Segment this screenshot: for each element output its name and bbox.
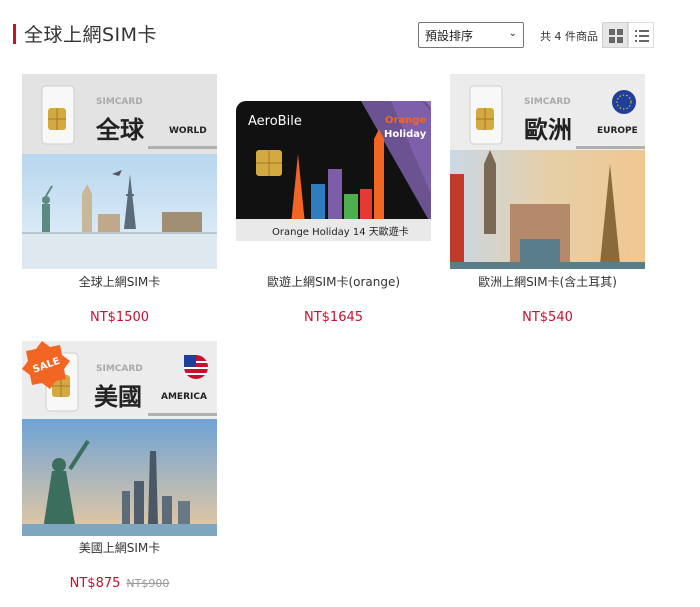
brand-logo-text: AeroBile <box>248 114 302 129</box>
grid-view-button[interactable] <box>602 22 628 48</box>
image-region: EUROPE <box>597 126 638 136</box>
page-header: 全球上網SIM卡 預設排序 ⌄ 共 4 件商品 <box>0 0 700 70</box>
chevron-down-icon: ⌄ <box>508 28 517 39</box>
product-price: NT$1645 <box>303 310 364 325</box>
product-count: 共 4 件商品 <box>540 30 598 43</box>
image-tag-holiday: Holiday <box>384 129 427 140</box>
image-region: WORLD <box>169 126 207 136</box>
image-title: 全球 <box>95 116 145 144</box>
product-price: NT$540 <box>522 310 573 325</box>
sale-price: NT$875 <box>69 576 121 591</box>
title-accent-bar <box>13 24 16 44</box>
product-name[interactable]: 歐洲上網SIM卡(含土耳其) <box>450 273 645 290</box>
page-title: 全球上網SIM卡 <box>24 24 158 46</box>
product-card-world[interactable]: SIMCARD 全球 WORLD 全球上網SIM卡 NT$1500 <box>22 74 217 334</box>
product-name[interactable]: 歐遊上網SIM卡(orange) <box>236 273 431 290</box>
product-image[interactable]: SIMCARD 歐洲 EUROPE <box>450 74 645 269</box>
sort-selected-label: 預設排序 <box>425 29 474 43</box>
list-view-button[interactable] <box>628 22 654 48</box>
image-tag-orange: Orange <box>385 115 426 126</box>
product-card-orange[interactable]: AeroBile Orange Holiday Orange Holiday 1… <box>236 74 431 334</box>
original-price: NT$900 <box>126 577 170 590</box>
sort-select[interactable]: 預設排序 ⌄ <box>418 22 524 48</box>
product-price: NT$1500 <box>89 310 150 325</box>
simcard-label: SIMCARD <box>96 364 143 374</box>
product-name[interactable]: 美國上網SIM卡 <box>22 539 217 556</box>
product-name[interactable]: 全球上網SIM卡 <box>22 273 217 290</box>
simcard-label: SIMCARD <box>524 97 571 107</box>
product-image[interactable]: SIMCARD 美國 AMERICA SALE <box>22 341 217 536</box>
image-title: 歐洲 <box>524 116 572 144</box>
product-card-america[interactable]: SIMCARD 美國 AMERICA SALE 美國上網SIM卡 NT$875 … <box>22 341 217 603</box>
product-image[interactable]: AeroBile Orange Holiday Orange Holiday 1… <box>236 74 431 269</box>
product-image[interactable]: SIMCARD 全球 WORLD <box>22 74 217 269</box>
product-price: NT$875 NT$900 <box>22 576 217 591</box>
image-caption: Orange Holiday 14 天歐遊卡 <box>272 225 409 238</box>
list-icon <box>635 30 649 42</box>
product-card-europe[interactable]: SIMCARD 歐洲 EUROPE 歐洲上網SIM卡(含土耳其) NT$540 <box>450 74 645 334</box>
image-region: AMERICA <box>161 392 207 402</box>
image-title: 美國 <box>94 383 142 411</box>
grid-icon <box>609 29 623 43</box>
simcard-label: SIMCARD <box>96 97 143 107</box>
